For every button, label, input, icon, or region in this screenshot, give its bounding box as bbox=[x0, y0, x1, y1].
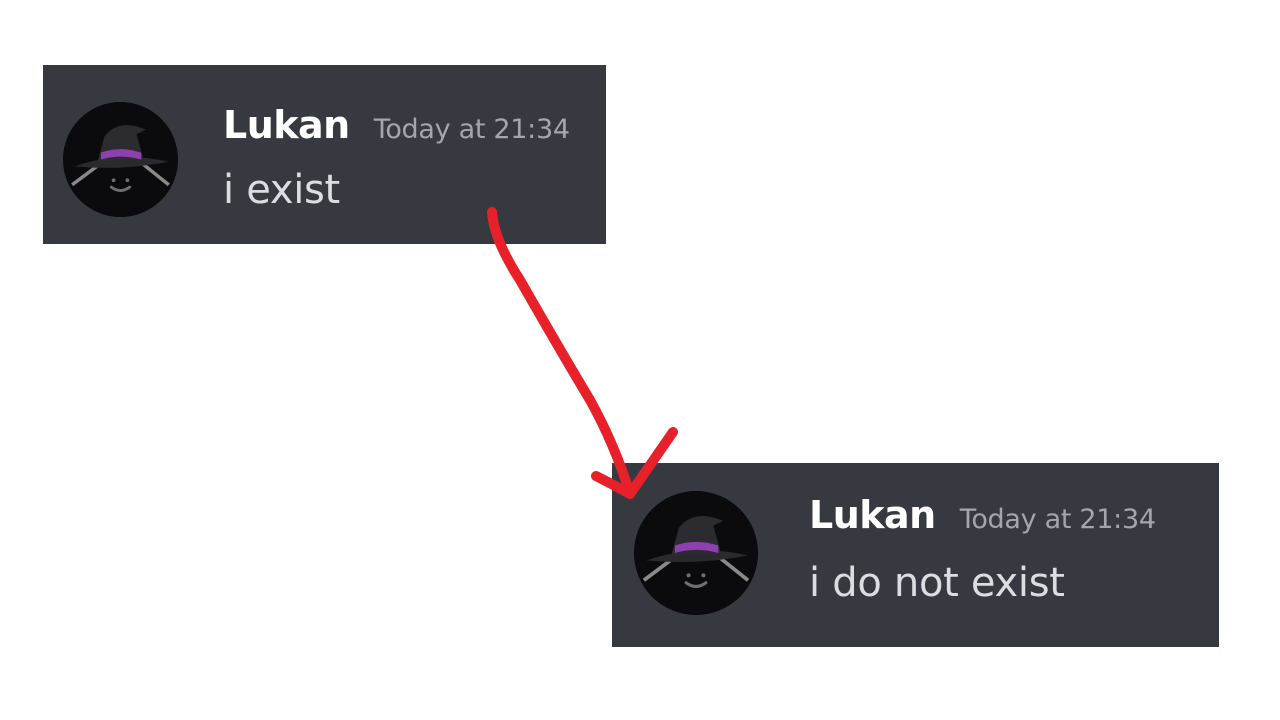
timestamp: Today at 21:34 bbox=[959, 504, 1156, 535]
message-card-edited: Lukan Today at 21:34 i do not exist bbox=[612, 463, 1219, 647]
message-content: i do not exist bbox=[809, 560, 1065, 606]
witch-hat-face-icon bbox=[634, 491, 758, 615]
message-card-original: Lukan Today at 21:34 i exist bbox=[43, 65, 606, 244]
timestamp: Today at 21:34 bbox=[373, 114, 570, 145]
message-header: Lukan Today at 21:34 bbox=[809, 493, 1156, 537]
user-avatar[interactable] bbox=[63, 102, 178, 217]
page: { "messages": [ { "username": "Lukan", "… bbox=[0, 0, 1280, 720]
message-header: Lukan Today at 21:34 bbox=[223, 103, 570, 147]
message-content: i exist bbox=[223, 167, 340, 213]
username[interactable]: Lukan bbox=[809, 493, 936, 537]
witch-hat-face-icon bbox=[63, 102, 178, 217]
username[interactable]: Lukan bbox=[223, 103, 350, 147]
user-avatar[interactable] bbox=[634, 491, 758, 615]
